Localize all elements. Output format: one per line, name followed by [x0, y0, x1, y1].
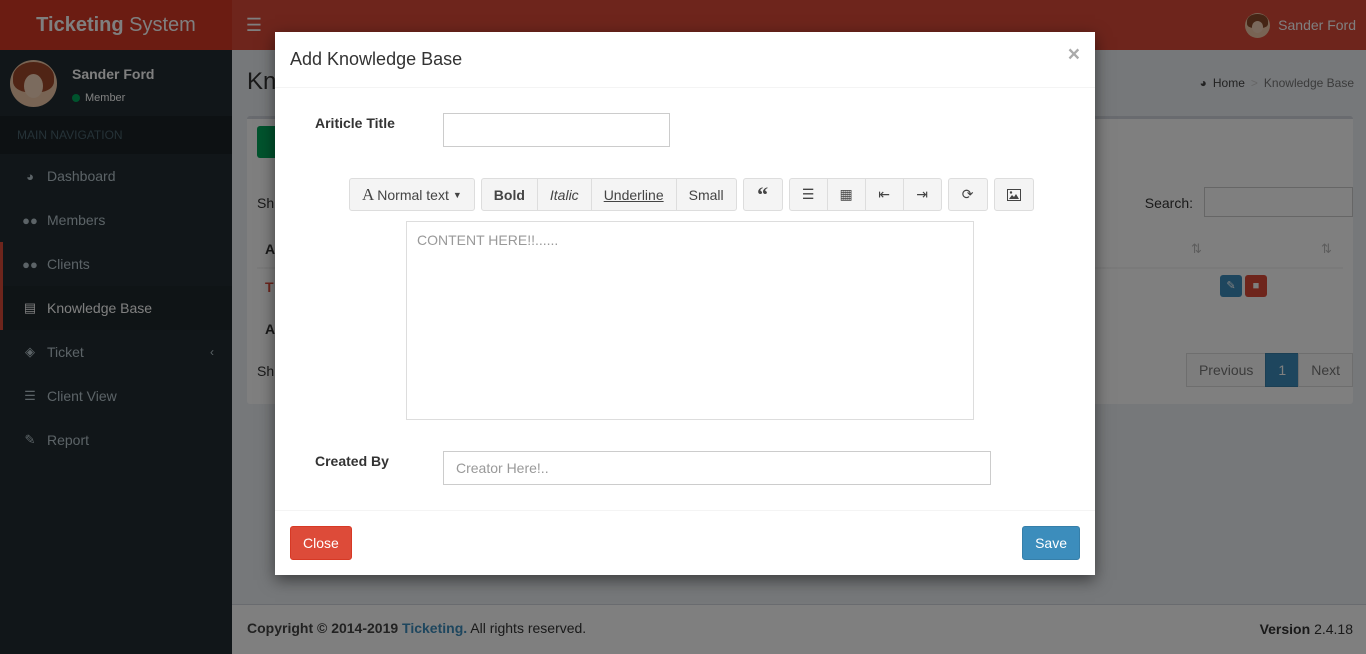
underline-button[interactable]: Underline [590, 178, 677, 211]
unordered-list-button[interactable]: ☰ [788, 178, 828, 211]
caret-down-icon: ▼ [452, 189, 462, 200]
outdent-button[interactable]: ⇤ [864, 178, 904, 211]
content-editor[interactable]: CONTENT HERE!!...... [406, 221, 974, 420]
modal-footer: Close Save [275, 510, 1095, 575]
text-style-dropdown[interactable]: A Normal text ▼ [349, 178, 475, 211]
modal-header: Add Knowledge Base × [275, 32, 1095, 88]
add-knowledge-base-modal: Add Knowledge Base × Ariticle Title A No… [275, 32, 1095, 575]
created-by-input[interactable]: Creator Here!.. [443, 451, 991, 485]
list-ul-icon: ☰ [801, 186, 815, 202]
image-icon [1006, 188, 1021, 201]
outdent-icon: ⇤ [878, 186, 890, 202]
quote-icon: “ [757, 181, 769, 207]
close-icon[interactable]: × [1068, 43, 1080, 67]
save-button[interactable]: Save [1022, 526, 1080, 560]
link-button[interactable]: ⟳ [947, 178, 988, 211]
list-ol-icon: ▦ [839, 186, 853, 202]
share-icon: ⟳ [961, 186, 974, 202]
article-title-label: Ariticle Title [315, 115, 395, 131]
created-by-label: Created By [315, 453, 389, 469]
article-title-input[interactable] [443, 113, 670, 147]
modal-title: Add Knowledge Base [290, 49, 463, 69]
editor-toolbar: A Normal text ▼ Bold Italic Underline Sm… [349, 178, 1034, 211]
indent-icon: ⇥ [916, 186, 928, 202]
ordered-list-button[interactable]: ▦ [826, 178, 866, 211]
image-button[interactable] [993, 178, 1034, 211]
indent-button[interactable]: ⇥ [902, 178, 942, 211]
blockquote-button[interactable]: “ [742, 178, 783, 211]
italic-button[interactable]: Italic [536, 178, 592, 211]
small-button[interactable]: Small [675, 178, 737, 211]
font-icon: A [362, 184, 375, 204]
bold-button[interactable]: Bold [480, 178, 538, 211]
close-button[interactable]: Close [290, 526, 352, 560]
